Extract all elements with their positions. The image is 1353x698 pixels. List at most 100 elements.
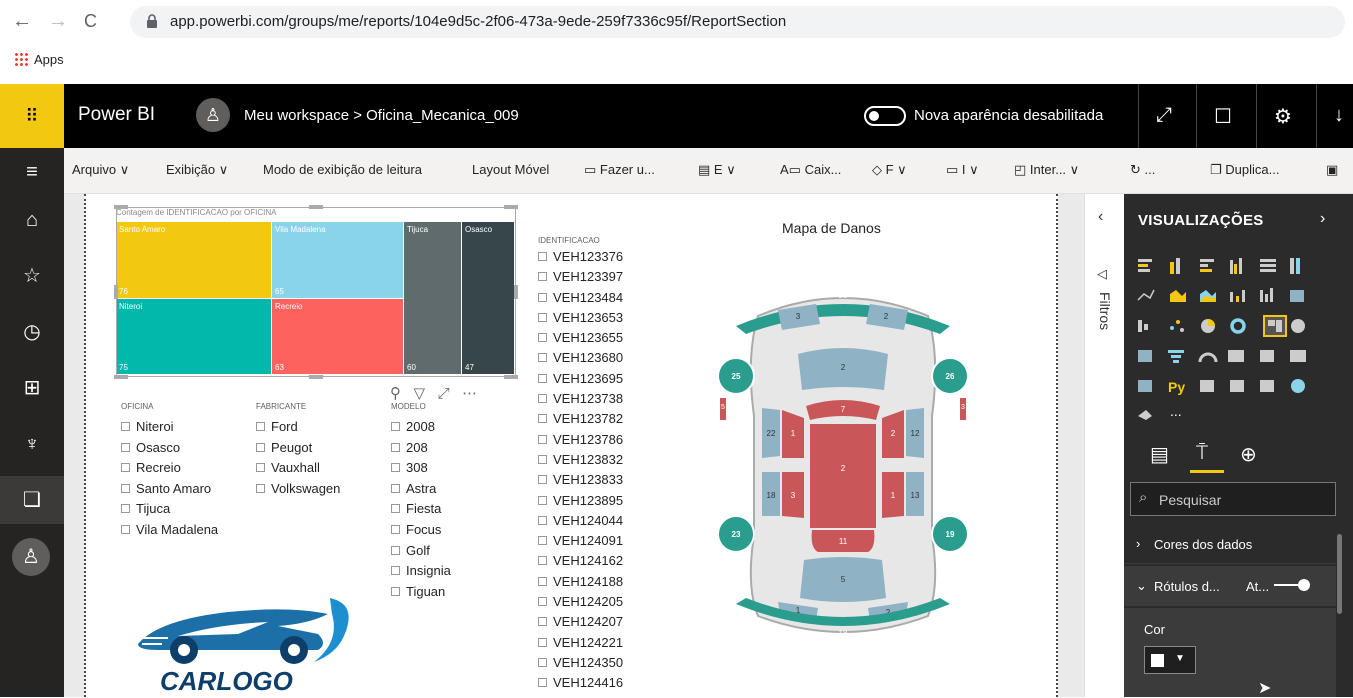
area-chart-icon[interactable] <box>1170 290 1186 302</box>
treemap-icon[interactable] <box>1263 315 1287 337</box>
checkbox[interactable] <box>538 353 547 363</box>
donut-icon[interactable] <box>1230 318 1246 334</box>
shapes-menu[interactable]: ◇ F ∨ <box>872 162 907 178</box>
treemap-cell[interactable]: Recreio 63 <box>272 299 403 374</box>
list-item[interactable]: VEH124162 <box>538 551 623 571</box>
checkbox[interactable] <box>538 678 547 688</box>
line-column-icon[interactable] <box>1230 290 1245 302</box>
list-item[interactable]: 208 <box>391 438 451 459</box>
checkbox[interactable] <box>538 394 547 404</box>
list-item[interactable]: VEH123653 <box>538 308 623 328</box>
list-item[interactable]: 308 <box>391 458 451 479</box>
buttons-menu[interactable]: ▭ I ∨ <box>946 162 979 178</box>
treemap-cell[interactable]: Niteroi 75 <box>116 299 271 374</box>
r-visual-icon[interactable] <box>1260 380 1274 392</box>
list-item[interactable]: VEH124205 <box>538 592 623 612</box>
line-chart-icon[interactable] <box>1137 289 1155 301</box>
python-visual-icon[interactable]: Py <box>1168 379 1185 395</box>
more-options-icon[interactable]: ⋯ <box>462 385 477 402</box>
textbox-button[interactable]: A▭ Caix... <box>780 162 841 178</box>
search-input[interactable]: ⌕ Pesquisar <box>1130 482 1336 516</box>
custom-visual-icon[interactable] <box>1138 410 1152 420</box>
pie-icon[interactable] <box>1201 319 1215 333</box>
list-item[interactable]: Tiguan <box>391 582 451 603</box>
checkbox[interactable] <box>538 556 547 566</box>
checkbox[interactable] <box>538 475 547 485</box>
checkbox[interactable] <box>538 272 547 282</box>
list-item[interactable]: VEH123695 <box>538 369 623 389</box>
treemap-cell[interactable]: Vila Madalena 65 <box>272 222 403 298</box>
breadcrumb[interactable]: Meu workspace > Oficina_Mecanica_009 <box>244 107 519 124</box>
hamburger-icon[interactable]: ≡ <box>0 148 64 196</box>
more-visuals-icon[interactable]: ... <box>1170 403 1182 419</box>
list-item[interactable]: VEH123833 <box>538 470 623 490</box>
filled-map-icon[interactable] <box>1138 350 1152 362</box>
expand-icon[interactable]: ⤢ <box>1156 104 1172 127</box>
list-item[interactable]: VEH123376 <box>538 247 623 267</box>
resize-handle[interactable] <box>504 375 518 379</box>
gauge-icon[interactable] <box>1198 352 1218 363</box>
treemap-cell[interactable]: Santo Amaro 76 <box>116 222 271 298</box>
home-icon[interactable]: ⌂ <box>0 196 64 244</box>
duplicate-button[interactable]: ❐ Duplica... <box>1210 162 1279 178</box>
list-item[interactable]: VEH124044 <box>538 511 623 531</box>
checkbox[interactable] <box>538 637 547 647</box>
format-paint-roller-icon[interactable]: ⍑ <box>1196 442 1208 465</box>
list-item[interactable]: VEH124221 <box>538 633 623 653</box>
list-item[interactable]: VEH124091 <box>538 531 623 551</box>
100-bar-icon[interactable] <box>1260 259 1276 272</box>
checkbox[interactable] <box>538 373 547 383</box>
apps-icon[interactable]: ⊞ <box>0 364 64 412</box>
clustered-bar-icon[interactable] <box>1200 259 1214 272</box>
color-picker[interactable]: ▼ <box>1144 646 1196 674</box>
exibicao-menu[interactable]: Exibição ∨ <box>166 162 228 178</box>
list-item[interactable]: Peugot <box>256 438 340 459</box>
mobile-layout-button[interactable]: Layout Móvel <box>472 162 549 177</box>
e-menu[interactable]: ▤ E ∨ <box>698 162 736 178</box>
list-item[interactable]: VEH123782 <box>538 409 623 429</box>
checkbox[interactable] <box>538 252 547 261</box>
scrollbar[interactable] <box>1337 534 1342 614</box>
list-item[interactable]: VEH124188 <box>538 572 623 592</box>
checkbox[interactable] <box>538 515 547 525</box>
list-item[interactable]: Insignia <box>391 561 451 582</box>
list-item[interactable]: VEH123895 <box>538 491 623 511</box>
list-item[interactable]: Tijuca <box>121 499 218 520</box>
chevron-right-icon[interactable]: › <box>1320 210 1325 228</box>
back-icon[interactable]: ← <box>12 10 32 33</box>
list-item[interactable]: VEH123786 <box>538 430 623 450</box>
funnel-icon[interactable] <box>1168 350 1184 363</box>
map-icon[interactable] <box>1291 319 1305 333</box>
roof-region[interactable] <box>810 424 876 528</box>
list-item[interactable]: Niteroi <box>121 417 218 438</box>
resize-handle[interactable] <box>114 285 118 299</box>
resize-handle[interactable] <box>114 205 128 209</box>
section-data-colors[interactable]: › Cores dos dados <box>1124 524 1336 564</box>
download-icon[interactable]: ↓ <box>1334 104 1344 127</box>
list-item[interactable]: Osasco <box>121 438 218 459</box>
checkbox[interactable] <box>538 576 547 586</box>
checkbox[interactable] <box>538 597 547 607</box>
checkbox[interactable] <box>538 434 547 444</box>
shared-icon[interactable]: ♆ <box>0 420 64 468</box>
list-item[interactable]: Fiesta <box>391 499 451 520</box>
list-item[interactable]: Santo Amaro <box>121 479 218 500</box>
list-item[interactable]: VEH123397 <box>538 267 623 287</box>
stacked-bar-icon[interactable] <box>1138 259 1152 272</box>
list-item[interactable]: Golf <box>391 541 451 562</box>
list-item[interactable]: Vila Madalena <box>121 520 218 541</box>
globe-icon[interactable] <box>1291 379 1305 393</box>
stacked-area-icon[interactable] <box>1200 290 1216 302</box>
stacked-column-icon[interactable] <box>1170 258 1180 274</box>
checkbox[interactable] <box>538 657 547 667</box>
100-column-icon[interactable] <box>1290 258 1300 274</box>
apps-bookmark[interactable]: Apps <box>14 52 64 67</box>
resize-handle[interactable] <box>114 375 128 379</box>
pin-icon[interactable]: ⚲ <box>390 385 401 402</box>
card-icon[interactable] <box>1228 350 1244 362</box>
chevron-left-icon[interactable]: ‹ <box>1098 208 1103 226</box>
list-item[interactable]: Focus <box>391 520 451 541</box>
filter-icon[interactable]: ▽ <box>414 385 426 402</box>
checkbox[interactable] <box>538 414 547 424</box>
list-item[interactable]: VEH123738 <box>538 389 623 409</box>
